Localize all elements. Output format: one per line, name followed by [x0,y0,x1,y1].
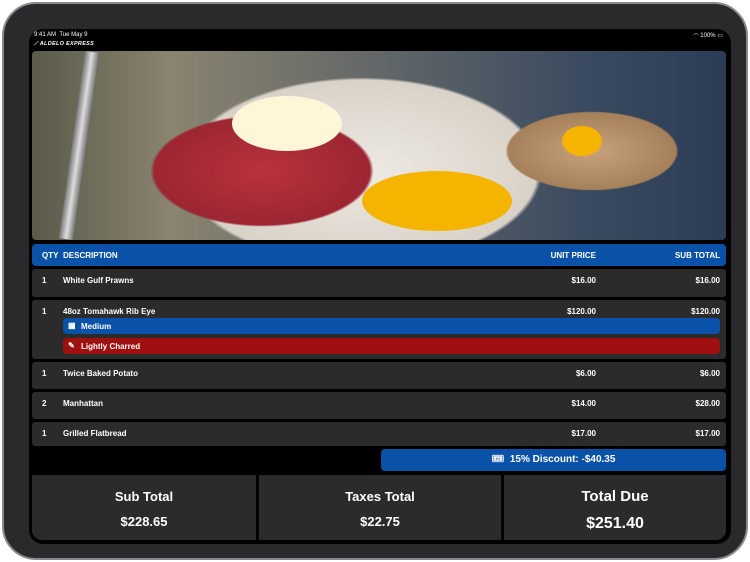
total-due-value: $251.40 [586,515,644,532]
order-table-header: QTY DESCRIPTION UNIT PRICE SUB TOTAL [32,244,726,266]
taxes-total-box: Taxes Total $22.75 [259,475,501,540]
screen: 9:41 AM Tue May 9 ◠ 100% ▭ ⟋ ALDELO EXPR… [29,29,731,544]
discount-text: 15% Discount: -$40.35 [509,454,616,465]
status-time: 9:41 AM [34,32,57,38]
discount-badge[interactable]: 🎟 15% Discount: -$40.35 [381,449,726,471]
brand-logo: ⟋ ALDELO EXPRESS [34,41,95,47]
food-image [32,51,726,240]
coupon-icon: 🎟 [491,454,505,465]
sub-total-value: $228.65 [120,514,168,529]
table-row[interactable]: 1 Twice Baked Potato $6.00 $6.00 [32,362,726,389]
col-sub-total: SUB TOTAL [674,251,720,260]
doneness-icon: ▦ [68,321,76,330]
status-date: Tue May 9 [59,32,88,38]
modifier-medium[interactable]: ▦ Medium [63,318,720,334]
taxes-value: $22.75 [360,514,400,529]
table-row[interactable]: 1 White Gulf Prawns $16.00 $16.00 [32,269,726,297]
table-row[interactable]: 1 Grilled Flatbread $17.00 $17.00 [32,422,726,446]
table-row[interactable]: 2 Manhattan $14.00 $28.00 [32,392,726,419]
battery-level: 100% [700,33,716,39]
table-row[interactable]: 1 48oz Tomahawk Rib Eye $120.00 $120.00 ▦ Me… [32,300,726,359]
sub-total-box: Sub Total $228.65 [32,475,256,540]
col-description: DESCRIPTION [63,251,118,260]
total-due-box: Total Due $251.40 [504,475,726,540]
tablet-frame: 9:41 AM Tue May 9 ◠ 100% ▭ ⟋ ALDELO EXPR… [2,2,748,560]
wifi-icon: ◠ [693,33,699,39]
col-unit-price: UNIT PRICE [550,251,596,260]
battery-icon: ▭ [717,33,723,39]
note-icon: ✎ [68,341,75,350]
status-bar: 9:41 AM Tue May 9 ◠ 100% ▭ [34,32,723,42]
modifier-lightly-charred[interactable]: ✎ Lightly Charred [63,338,720,354]
col-qty: QTY [42,251,59,260]
